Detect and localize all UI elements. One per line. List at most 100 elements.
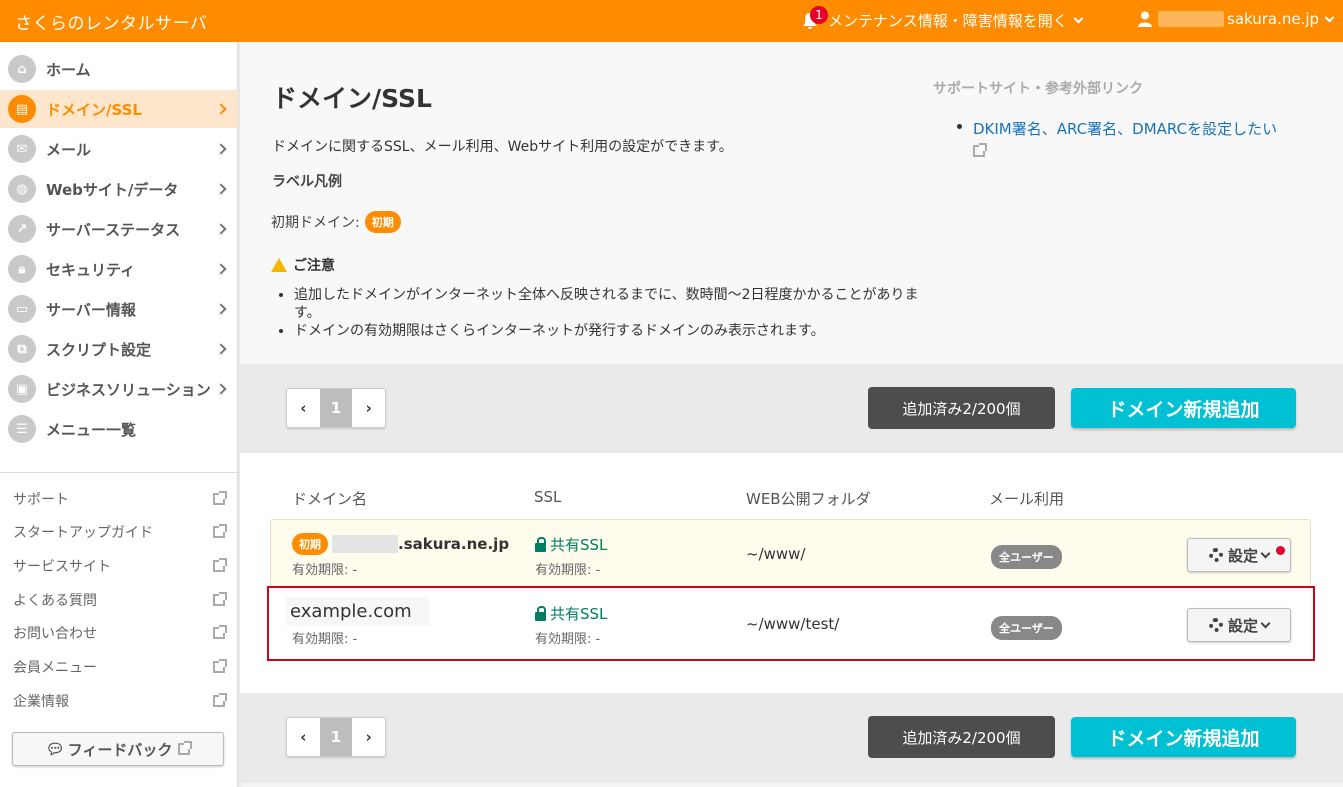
gear-icon [1208,548,1223,562]
column-header-ssl: SSL [534,488,562,506]
chat-icon: 💬︎ [45,740,65,758]
bullet [957,124,962,129]
sidebar-item-server-status[interactable]: ↗ サーバーステータス [0,210,238,248]
sidebar-link-support[interactable]: サポート [13,489,227,509]
script-icon: ⧉ [8,335,36,363]
alert-dot [1276,546,1285,555]
external-link-icon [213,558,227,572]
sidebar-item-business[interactable]: ▣ ビジネスソリューション [0,370,238,408]
web-folder: ~/www/ [746,545,806,563]
external-link-icon [213,659,227,673]
add-domain-button[interactable]: ドメイン新規追加 [1071,388,1296,428]
next-page-button[interactable]: › [352,718,385,756]
ssl-link[interactable]: 共有SSL [535,534,607,555]
sidebar-item-label: スクリプト設定 [46,340,152,359]
sidebar-item-label: ホーム [46,60,91,79]
sidebar-link-faq[interactable]: よくある質問 [13,590,227,610]
page-number-button[interactable]: 1 [319,718,353,756]
support-title: サポートサイト・参考外部リンク [933,81,1143,97]
chevron-right-icon [215,383,227,395]
feedback-button[interactable]: 💬︎ フィードバック [12,732,224,766]
chevron-down-icon [1260,548,1271,558]
globe-icon: ◍ [8,175,36,203]
column-header-mail: メール利用 [989,490,1065,508]
caution-title: ご注意 [293,258,335,274]
external-link-icon [213,491,227,505]
user-menu[interactable]: sakura.ne.jp [1138,10,1335,28]
domain-name: .sakura.ne.jp [398,535,510,553]
domain-count-button[interactable]: 追加済み2/200個 [868,716,1055,758]
page-title: ドメイン/SSL [272,84,432,113]
masked-subdomain [332,535,398,553]
home-icon: ⌂ [8,55,36,83]
sidebar-item-label: サーバーステータス [46,220,181,239]
sidebar-link-contact[interactable]: お問い合わせ [13,623,227,643]
add-domain-button[interactable]: ドメイン新規追加 [1071,717,1296,757]
domain-cell: 初期 .sakura.ne.jp [292,533,509,555]
sidebar-item-security[interactable]: 🔒︎ セキュリティ [0,250,238,288]
caution-heading: ご注意 [271,255,335,275]
link-label: サポート [13,492,69,508]
list-item: ドメインの有効期限はさくらインターネットが発行するドメインのみ表示されます。 [294,322,934,340]
feedback-label: フィードバック [67,740,173,759]
initial-domain-tag: 初期 [364,211,401,233]
brand-logo[interactable]: さくらのレンタルサーバ [15,9,207,34]
prev-page-button[interactable]: ‹ [287,718,320,756]
lock-icon [535,536,546,552]
chevron-right-icon [215,263,227,275]
sidebar-item-domain-ssl[interactable]: ▤ ドメイン/SSL [0,90,238,128]
chevron-right-icon [215,223,227,235]
support-link-label: DKIM署名、ARC署名、DMARCを設定したい [973,120,1278,138]
page-number-button[interactable]: 1 [319,389,353,427]
sidebar-item-script[interactable]: ⧉ スクリプト設定 [0,330,238,368]
sidebar-link-member-menu[interactable]: 会員メニュー [13,657,227,677]
link-label: お問い合わせ [13,626,97,642]
settings-label: 設定 [1227,546,1258,565]
maintenance-menu[interactable]: 1 メンテナンス情報・障害情報を開く [802,5,1084,31]
initial-domain-tag: 初期 [292,533,328,555]
top-bar: さくらのレンタルサーバ 1 メンテナンス情報・障害情報を開く sakura.ne… [0,0,1343,42]
ssl-expiry: 有効期限: - [535,563,601,578]
domain-count-button[interactable]: 追加済み2/200個 [868,387,1055,429]
external-link-icon [213,524,227,538]
page-description: ドメインに関するSSL、メール利用、Webサイト利用の設定ができます。 [272,139,733,155]
lock-icon: 🔒︎ [8,255,36,283]
sidebar-item-menu-list[interactable]: ☰ メニュー一覧 [0,410,238,448]
external-link-icon [213,625,227,639]
user-domain: sakura.ne.jp [1227,10,1320,28]
external-link-icon [973,143,987,157]
sidebar-item-label: メニュー一覧 [46,420,137,439]
next-page-button[interactable]: › [352,389,385,427]
chevron-down-icon [1324,12,1335,22]
ssl-label: 共有SSL [550,536,608,554]
settings-button[interactable]: 設定 [1187,538,1291,572]
mail-usage-tag: 全ユーザー [991,545,1062,569]
prev-page-button[interactable]: ‹ [287,389,320,427]
external-link-icon [213,693,227,707]
sidebar-link-startup-guide[interactable]: スタートアップガイド [13,522,227,542]
sidebar-item-home[interactable]: ⌂ ホーム [0,50,238,88]
support-link-dkim[interactable]: DKIM署名、ARC署名、DMARCを設定したい [973,119,1313,162]
sidebar-item-server-info[interactable]: ▭ サーバー情報 [0,290,238,328]
sidebar-link-service-site[interactable]: サービスサイト [13,556,227,576]
pagination: ‹ 1 › [286,388,386,428]
pagination: ‹ 1 › [286,717,386,757]
link-label: スタートアップガイド [13,525,153,541]
sidebar-divider [0,472,238,473]
legend: 初期ドメイン: 初期 [271,211,401,233]
highlight-frame [267,586,1315,661]
domain-expiry: 有効期限: - [292,563,358,578]
chevron-right-icon [215,103,227,115]
link-label: サービスサイト [13,559,111,575]
link-label: よくある質問 [13,593,97,609]
list-icon: ☰ [8,415,36,443]
sidebar-item-website[interactable]: ◍ Webサイト/データ [0,170,238,208]
list-item: 追加したドメインがインターネット全体へ反映されるまでに、数時間〜2日程度かかるこ… [294,286,934,322]
sidebar-item-label: サーバー情報 [46,300,136,319]
caution-list: 追加したドメインがインターネット全体へ反映されるまでに、数時間〜2日程度かかるこ… [294,286,934,340]
chevron-down-icon [1073,13,1084,24]
masked-username [1158,11,1224,27]
sidebar-item-mail[interactable]: ✉ メール [0,130,238,168]
sidebar-link-company[interactable]: 企業情報 [13,691,227,711]
column-header-domain: ドメイン名 [292,490,368,508]
